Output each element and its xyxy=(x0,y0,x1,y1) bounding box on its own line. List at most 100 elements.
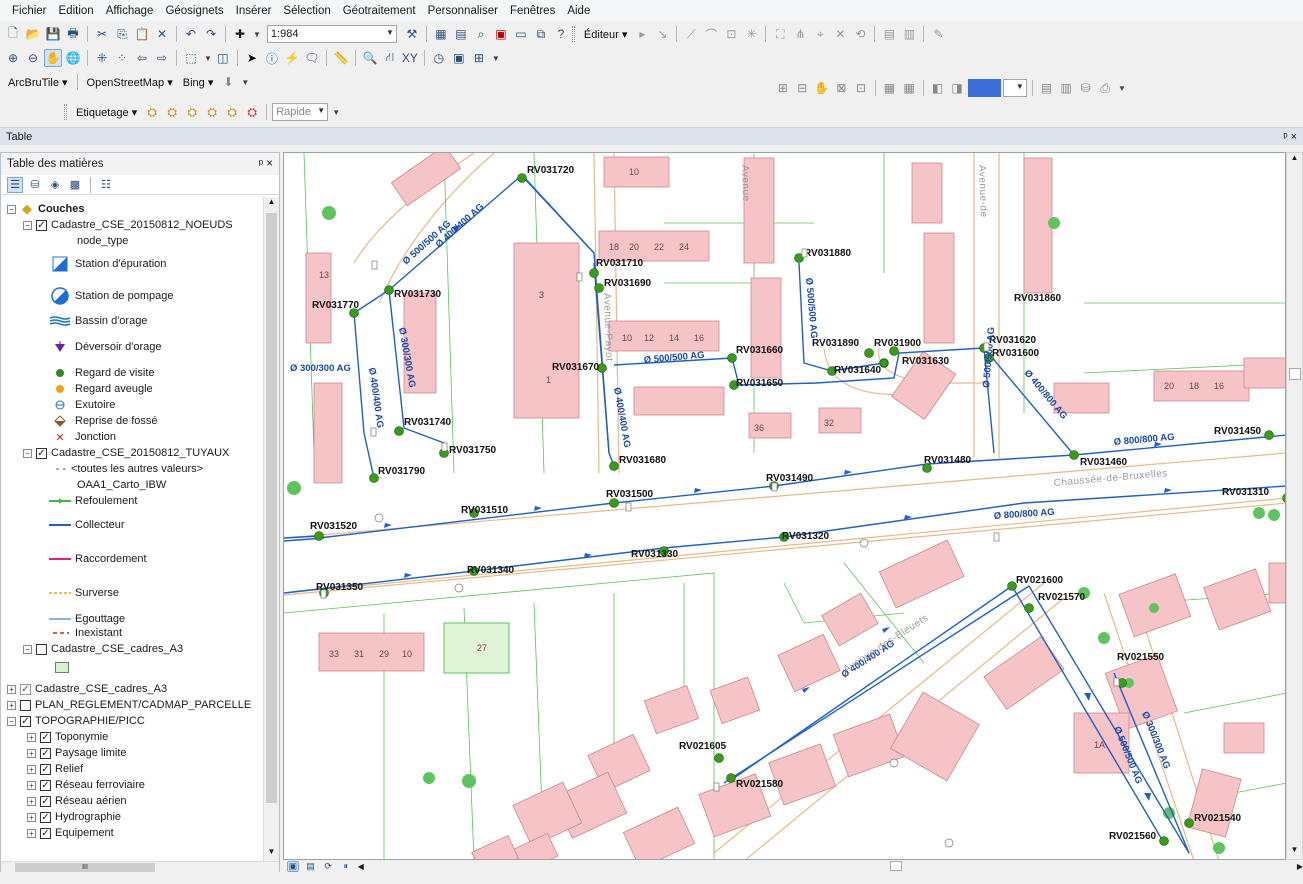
reshape-icon[interactable]: ⋔ xyxy=(791,25,809,43)
toc-sublayer[interactable]: + ✓ Réseau ferroviaire xyxy=(27,777,145,793)
bing-menu[interactable]: Bing ▾ xyxy=(179,73,218,91)
toc-vertical-scrollbar[interactable]: ▲ ▼ xyxy=(263,197,279,861)
layer-visibility-checkbox[interactable]: ✓ xyxy=(40,731,51,743)
menu-item-8[interactable]: Fenêtres xyxy=(504,0,561,22)
toc-sublayer[interactable]: + ✓ Equipement xyxy=(27,825,114,841)
help-icon[interactable]: ? xyxy=(552,25,570,43)
search-window-icon[interactable]: ⌕ xyxy=(472,25,490,43)
toc-layer-plan[interactable]: + PLAN_REGLEMENT/CADMAP_PARCELLE xyxy=(7,697,251,713)
copy-icon[interactable]: ⎘ xyxy=(113,25,131,43)
end-point-arc-icon[interactable]: ⌒ xyxy=(702,25,720,43)
editor-menu[interactable]: Éditeur ▾ xyxy=(580,25,631,43)
layer-visibility-checkbox[interactable]: ✓ xyxy=(40,811,51,823)
toc-layer-cadres-2[interactable]: + ✓ Cadastre_CSE_cadres_A3 xyxy=(7,681,167,697)
identify-icon[interactable]: ⓘ xyxy=(263,49,281,67)
expand-icon[interactable]: + xyxy=(27,748,36,758)
undo-icon[interactable]: ↶ xyxy=(182,25,200,43)
georef-tool-4-icon[interactable]: ⊠ xyxy=(833,79,851,97)
georef-tool-13-icon[interactable]: ⎙ xyxy=(1096,79,1114,97)
layer-visibility-checkbox[interactable]: ✓ xyxy=(40,795,51,807)
expand-icon[interactable]: + xyxy=(27,812,36,822)
georef-tool-2-icon[interactable]: ⊟ xyxy=(794,79,812,97)
layer-visibility-checkbox[interactable]: ✓ xyxy=(36,219,47,231)
chevron-down-icon[interactable]: ▼ xyxy=(1118,84,1126,93)
html-popup-icon[interactable]: 🗨 xyxy=(303,49,321,67)
save-icon[interactable]: 💾 xyxy=(44,25,62,43)
menu-item-1[interactable]: Edition xyxy=(53,0,100,22)
scroll-thumb[interactable] xyxy=(266,213,277,803)
create-features-icon[interactable]: ✎ xyxy=(929,25,947,43)
layer-visibility-checkbox[interactable] xyxy=(36,643,47,655)
toc-layer-noeuds[interactable]: − ✓ Cadastre_CSE_20150812_NOEUDS xyxy=(23,217,233,233)
chevron-down-icon[interactable]: ▼ xyxy=(204,54,212,63)
scroll-down-arrow[interactable]: ▼ xyxy=(1287,845,1302,859)
hyperlink-icon[interactable]: ⚡ xyxy=(283,49,301,67)
layer-visibility-checkbox[interactable]: ✓ xyxy=(20,683,31,695)
find-icon[interactable]: 🔍 xyxy=(361,49,379,67)
new-document-icon[interactable]: 🗋 xyxy=(4,25,22,43)
hscroll-right-arrow[interactable]: ▶ xyxy=(1297,862,1303,871)
toc-sublayer[interactable]: + ✓ Hydrographie xyxy=(27,809,121,825)
toc-sublayer[interactable]: + ✓ Relief xyxy=(27,761,83,777)
arctoolbox-icon[interactable]: ▣ xyxy=(492,25,510,43)
expand-icon[interactable]: + xyxy=(7,700,16,710)
toc-layer-cadres-1[interactable]: − Cadastre_CSE_cadres_A3 xyxy=(23,641,183,657)
scroll-thumb[interactable] xyxy=(1289,368,1301,380)
pause-labeling-icon[interactable]: ⛭ xyxy=(223,103,241,121)
print-icon[interactable]: 🖶 xyxy=(64,25,82,43)
model-builder-icon[interactable]: ⧉ xyxy=(532,25,550,43)
expand-icon[interactable]: + xyxy=(27,732,36,742)
layer-visibility-checkbox[interactable] xyxy=(20,699,31,711)
toc-layer-topo[interactable]: − ✓ TOPOGRAPHIE/PICC xyxy=(7,713,145,729)
editor-toolbar-icon[interactable]: ⚒ xyxy=(403,25,421,43)
toolbar-grip[interactable] xyxy=(64,104,67,120)
paste-icon[interactable]: 📋 xyxy=(133,25,151,43)
attributes-icon[interactable]: ▤ xyxy=(880,25,898,43)
expand-icon[interactable]: + xyxy=(27,764,36,774)
expand-icon[interactable]: + xyxy=(27,796,36,806)
collapse-icon[interactable]: − xyxy=(23,220,32,230)
toc-sublayer[interactable]: + ✓ Réseau aérien xyxy=(27,793,127,809)
menu-item-0[interactable]: Fichier xyxy=(6,0,53,22)
arcbrutile-menu[interactable]: ArcBruTile ▾ xyxy=(4,73,72,91)
overview-icon[interactable]: ⊞ xyxy=(470,49,488,67)
collapse-icon[interactable]: − xyxy=(23,644,32,654)
dropdown-combo[interactable]: ▼ xyxy=(1003,79,1027,97)
menu-item-3[interactable]: Géosignets xyxy=(159,0,229,22)
sketch-properties-icon[interactable]: ▥ xyxy=(900,25,918,43)
collapse-icon[interactable]: − xyxy=(7,716,16,726)
pause-drawing-icon[interactable]: ⏸ xyxy=(340,861,352,872)
menu-item-4[interactable]: Insérer xyxy=(230,0,278,22)
toc-pin-close[interactable]: ᵖ × xyxy=(259,158,273,170)
menu-item-7[interactable]: Personnaliser xyxy=(422,0,504,22)
label-weight-icon[interactable]: ⛭ xyxy=(183,103,201,121)
list-by-visibility-icon[interactable]: ◈ xyxy=(47,177,63,193)
georef-tool-7-icon[interactable]: ▦ xyxy=(900,79,918,97)
refresh-icon[interactable]: ⟳ xyxy=(322,861,334,872)
map-horizontal-scrollbar[interactable] xyxy=(370,861,1291,871)
map-view[interactable]: 27 RV031720 RV031710 RV031690 RV031880 R… xyxy=(283,152,1286,860)
list-by-selection-icon[interactable]: ▩ xyxy=(67,177,83,193)
point-icon[interactable]: ✳ xyxy=(742,25,760,43)
georef-tool-10-icon[interactable]: ▤ xyxy=(1038,79,1056,97)
list-by-source-icon[interactable]: ⛁ xyxy=(27,177,43,193)
chevron-down-icon[interactable]: ▼ xyxy=(332,108,340,117)
map-canvas[interactable]: 27 RV031720 RV031710 RV031690 RV031880 R… xyxy=(284,153,1286,860)
toc-sublayer[interactable]: + ✓ Paysage limite xyxy=(27,745,127,761)
table-icon[interactable]: ▦ xyxy=(432,25,450,43)
create-viewer-icon[interactable]: ▣ xyxy=(450,49,468,67)
cut-icon[interactable]: ✂ xyxy=(93,25,111,43)
time-slider-icon[interactable]: ◷ xyxy=(430,49,448,67)
cut-polygon-icon[interactable]: ⌖ xyxy=(811,25,829,43)
options-icon[interactable]: ☷ xyxy=(98,177,114,193)
georef-tool-11-icon[interactable]: ▥ xyxy=(1057,79,1075,97)
toolbar-grip[interactable] xyxy=(571,26,575,42)
etiquetage-menu[interactable]: Etiquetage ▾ xyxy=(72,103,141,121)
go-to-xy-icon[interactable]: XY xyxy=(401,49,419,67)
layer-visibility-checkbox[interactable]: ✓ xyxy=(40,779,51,791)
open-folder-icon[interactable]: 📂 xyxy=(24,25,42,43)
select-features-icon[interactable]: ⬚ xyxy=(182,49,200,67)
expand-icon[interactable]: + xyxy=(27,828,36,838)
expand-icon[interactable]: + xyxy=(27,780,36,790)
toc-group-couches[interactable]: − ◆ Couches xyxy=(7,201,84,217)
